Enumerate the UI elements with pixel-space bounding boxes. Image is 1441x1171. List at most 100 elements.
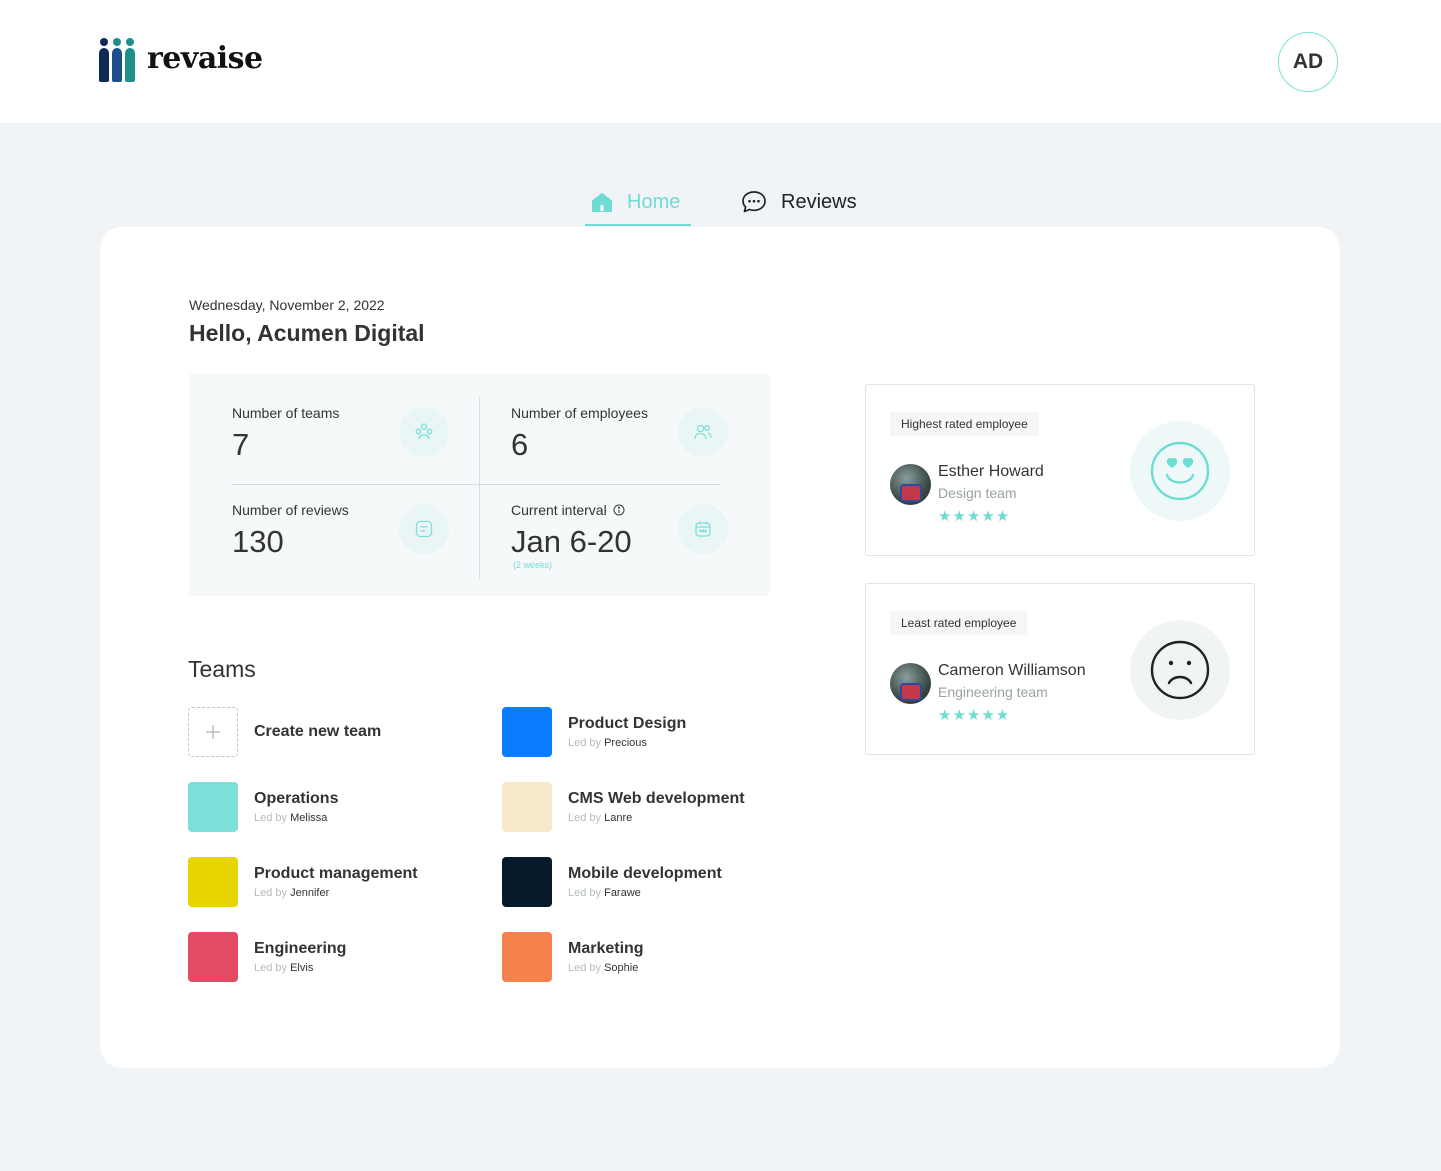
star-icon: ★	[995, 707, 1010, 724]
least-rated-card[interactable]: Least rated employee Cameron Williamson …	[865, 583, 1255, 755]
info-icon[interactable]	[613, 504, 625, 516]
brand-name: revaise	[147, 40, 263, 76]
team-color-swatch	[502, 707, 552, 757]
team-leader: Led by Jennifer	[254, 887, 418, 899]
employee-name: Cameron Williamson	[938, 662, 1086, 679]
stat-employees: Number of employees 6	[511, 405, 648, 463]
leader-name: Jennifer	[290, 887, 330, 899]
tab-home-label: Home	[627, 190, 681, 213]
team-name: Product Design	[568, 715, 687, 732]
stat-label: Number of employees	[511, 405, 648, 421]
employees-icon	[678, 407, 728, 457]
tab-reviews-label: Reviews	[781, 190, 857, 213]
team-color-swatch	[502, 782, 552, 832]
star-icon: ★	[981, 707, 995, 724]
stat-value: 6	[511, 427, 529, 462]
teams-icon	[399, 407, 449, 457]
leader-name: Lanre	[604, 812, 633, 824]
stat-label: Number of reviews	[232, 502, 349, 518]
tab-reviews[interactable]: Reviews	[735, 178, 863, 226]
leader-name: Farawe	[604, 887, 641, 899]
team-card[interactable]: Operations Led by Melissa	[188, 782, 338, 832]
led-by-prefix: Led by	[568, 812, 602, 824]
stat-subtext: (2 weeks)	[513, 560, 553, 570]
team-color-swatch	[502, 857, 552, 907]
stat-reviews: Number of reviews 130	[232, 502, 349, 560]
employee-team: Design team	[938, 485, 1017, 501]
least-rated-tag: Least rated employee	[890, 611, 1028, 635]
brand-logo[interactable]: revaise	[99, 38, 263, 84]
star-icon: ★	[938, 707, 952, 724]
stat-value: 130	[232, 524, 284, 559]
team-card[interactable]: Product Design Led by Precious	[502, 707, 686, 757]
team-color-swatch	[188, 932, 238, 982]
team-color-swatch	[502, 932, 552, 982]
stats-divider-vertical	[479, 397, 480, 579]
star-icon: ★	[938, 508, 952, 525]
leader-name: Sophie	[604, 962, 639, 974]
team-leader: Led by Precious	[568, 737, 686, 749]
team-card[interactable]: Mobile development Led by Farawe	[502, 857, 722, 907]
home-icon	[592, 193, 612, 212]
star-icon: ★	[966, 707, 981, 724]
highest-rated-card[interactable]: Highest rated employee Esther Howard Des…	[865, 384, 1255, 556]
star-icon: ★	[995, 508, 1010, 525]
employee-team: Engineering team	[938, 684, 1048, 700]
led-by-prefix: Led by	[254, 887, 288, 899]
star-rating: ★ ★ ★ ★ ★	[938, 509, 1009, 524]
stat-label: Number of teams	[232, 405, 340, 421]
team-leader: Led by Farawe	[568, 887, 722, 899]
user-avatar-button[interactable]: AD	[1278, 32, 1338, 92]
create-team-label: Create new team	[254, 723, 382, 740]
reviews-icon	[399, 504, 449, 554]
team-leader: Led by Elvis	[254, 962, 346, 974]
create-team-button[interactable]: Create new team	[188, 707, 381, 757]
team-card[interactable]: Marketing Led by Sophie	[502, 932, 644, 982]
stat-value: 7	[232, 427, 250, 462]
team-card[interactable]: Engineering Led by Elvis	[188, 932, 346, 982]
team-name: Engineering	[254, 940, 347, 957]
star-icon: ★	[981, 508, 995, 525]
led-by-prefix: Led by	[568, 962, 602, 974]
chat-bubble-icon	[742, 191, 766, 213]
stat-label: Current interval	[511, 502, 632, 518]
stat-value: Jan 6-20	[511, 524, 632, 559]
leader-name: Precious	[604, 737, 647, 749]
leader-name: Melissa	[290, 812, 328, 824]
star-icon: ★	[952, 508, 966, 525]
star-rating: ★ ★ ★ ★ ★	[938, 708, 1009, 723]
led-by-prefix: Led by	[254, 812, 288, 824]
team-card[interactable]: Product management Led by Jennifer	[188, 857, 418, 907]
stats-panel: Number of teams 7 Number of employees 6 …	[189, 373, 770, 596]
team-name: Mobile development	[568, 865, 722, 882]
team-name: Product management	[254, 865, 418, 882]
team-name: CMS Web development	[568, 790, 745, 807]
current-date: Wednesday, November 2, 2022	[189, 297, 385, 313]
team-color-swatch	[188, 782, 238, 832]
stats-divider-horizontal	[231, 484, 721, 485]
star-icon: ★	[952, 707, 966, 724]
tab-home[interactable]: Home	[585, 178, 691, 226]
employee-avatar	[890, 663, 931, 704]
team-leader: Led by Lanre	[568, 812, 745, 824]
employee-name: Esther Howard	[938, 463, 1044, 480]
plus-icon	[188, 707, 238, 757]
led-by-prefix: Led by	[568, 887, 602, 899]
stat-interval: Current interval Jan 6-20 (2 weeks)	[511, 502, 632, 570]
leader-name: Elvis	[290, 962, 314, 974]
led-by-prefix: Led by	[254, 962, 288, 974]
happy-face-icon	[1130, 421, 1230, 521]
led-by-prefix: Led by	[568, 737, 602, 749]
employee-avatar	[890, 464, 931, 505]
team-card[interactable]: CMS Web development Led by Lanre	[502, 782, 745, 832]
logo-mark-icon	[99, 38, 135, 84]
team-leader: Led by Sophie	[568, 962, 644, 974]
star-icon: ★	[966, 508, 981, 525]
team-color-swatch	[188, 857, 238, 907]
greeting-heading: Hello, Acumen Digital	[189, 320, 425, 346]
main-tabs: Home Reviews	[585, 178, 863, 226]
stat-label-text: Current interval	[511, 502, 607, 518]
team-name: Marketing	[568, 940, 644, 957]
sad-face-icon	[1130, 620, 1230, 720]
teams-heading: Teams	[188, 656, 256, 682]
